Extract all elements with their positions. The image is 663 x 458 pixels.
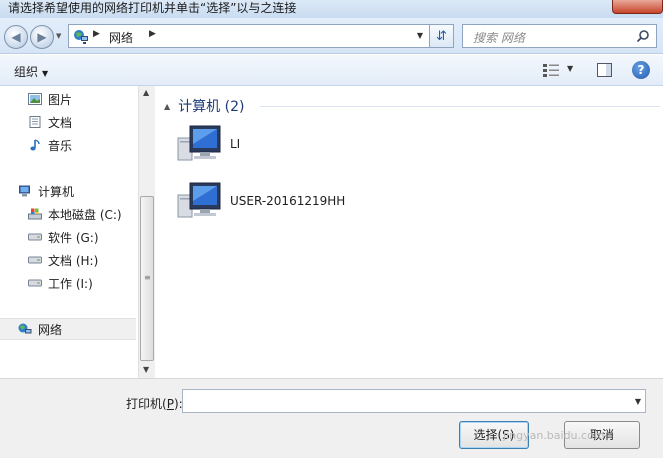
nav-item-computer[interactable]: 计算机 [18,181,74,201]
network-icon [18,323,32,334]
group-header-computers[interactable]: ▲ 计算机 (2) [164,96,244,116]
address-bar[interactable]: ▶ 网络 ▶ ▼ [68,24,430,48]
network-computer-icon [177,182,221,218]
chevron-down-icon[interactable]: ▼ [635,397,641,406]
navigation-scrollbar[interactable]: ▲ ≡ ▼ [138,86,155,378]
search-placeholder: 搜索 网络 [473,31,525,45]
network-computer-icon [177,125,221,161]
breadcrumb-separator[interactable]: ▶ [149,29,156,39]
drive-icon [28,233,42,241]
watermark: jingyan.baidu.com [503,429,605,442]
printer-label: 打印机(P): [126,397,183,411]
nav-item-music[interactable]: 音乐 [28,135,72,155]
navigation-pane: 图片 文档 音乐 计算机 本地磁盘 (C:) 软件 (G:) 文档 (H:) 工… [0,86,138,378]
toolbar: 组织 ▼ ▼ ? [0,55,663,86]
back-button[interactable]: ◀ [4,25,28,49]
bottom-panel: 打印机(P): ▼ 选择(S) 取消 jingyan.baidu.com [0,378,663,458]
back-arrow-icon: ◀ [11,30,21,44]
collapse-arrow-icon[interactable]: ▲ [164,102,170,111]
nav-item-drive-h[interactable]: 文档 (H:) [28,250,98,270]
printer-combobox[interactable]: ▼ [182,389,646,413]
breadcrumb-network[interactable]: 网络 [109,29,133,46]
computer-icon [19,185,30,197]
forward-arrow-icon: ▶ [37,30,47,44]
music-icon [30,139,40,151]
content-pane: ▲ 计算机 (2) LI USER-20161219HH [160,86,663,378]
preview-pane-icon[interactable] [597,63,612,77]
search-box[interactable]: 搜索 网络 [462,24,657,48]
scroll-down-icon[interactable]: ▼ [143,365,149,374]
computer-name: LI [230,137,241,151]
documents-icon [29,116,41,128]
nav-item-local-disk-c[interactable]: 本地磁盘 (C:) [28,204,122,224]
pictures-icon [28,93,42,105]
title-bar: 请选择希望使用的网络打印机并单击“选择”以与之连接 [0,0,663,18]
close-button[interactable] [612,0,663,14]
navigation-bar: ◀ ▶ ▼ ▶ 网络 ▶ ▼ ⇵ 搜索 网络 [0,18,663,54]
refresh-button[interactable]: ⇵ [430,24,454,48]
local-disk-icon [28,208,42,220]
computer-name: USER-20161219HH [230,194,346,208]
address-dropdown-icon[interactable]: ▼ [417,31,423,40]
scroll-thumb[interactable]: ≡ [140,196,154,361]
chevron-down-icon: ▼ [42,69,49,78]
recent-pages-dropdown[interactable]: ▼ [56,32,61,40]
group-title: 计算机 (2) [178,99,245,115]
group-divider [260,106,660,107]
nav-item-drive-g[interactable]: 软件 (G:) [28,227,99,247]
nav-item-pictures[interactable]: 图片 [28,89,72,109]
network-icon [74,30,88,44]
organize-label: 组织 [14,65,39,79]
grip-icon: ≡ [144,273,151,282]
computer-item-user[interactable]: USER-20161219HH [176,181,345,221]
scroll-up-icon[interactable]: ▲ [143,88,149,97]
view-options-dropdown-icon[interactable]: ▼ [567,64,573,73]
nav-item-network[interactable]: 网络 [18,319,62,339]
breadcrumb-separator[interactable]: ▶ [93,29,100,39]
change-view-icon[interactable] [542,63,560,77]
computer-item-li[interactable]: LI [176,124,240,164]
organize-menu[interactable]: 组织 ▼ [14,63,48,80]
forward-button[interactable]: ▶ [30,25,54,49]
window-title: 请选择希望使用的网络打印机并单击“选择”以与之连接 [8,1,297,15]
search-icon[interactable] [636,29,650,43]
nav-item-documents[interactable]: 文档 [28,112,72,132]
drive-icon [28,256,42,264]
nav-item-drive-i[interactable]: 工作 (I:) [28,273,93,293]
drive-icon [28,279,42,287]
help-icon[interactable]: ? [632,61,650,79]
refresh-icon: ⇵ [436,28,447,44]
